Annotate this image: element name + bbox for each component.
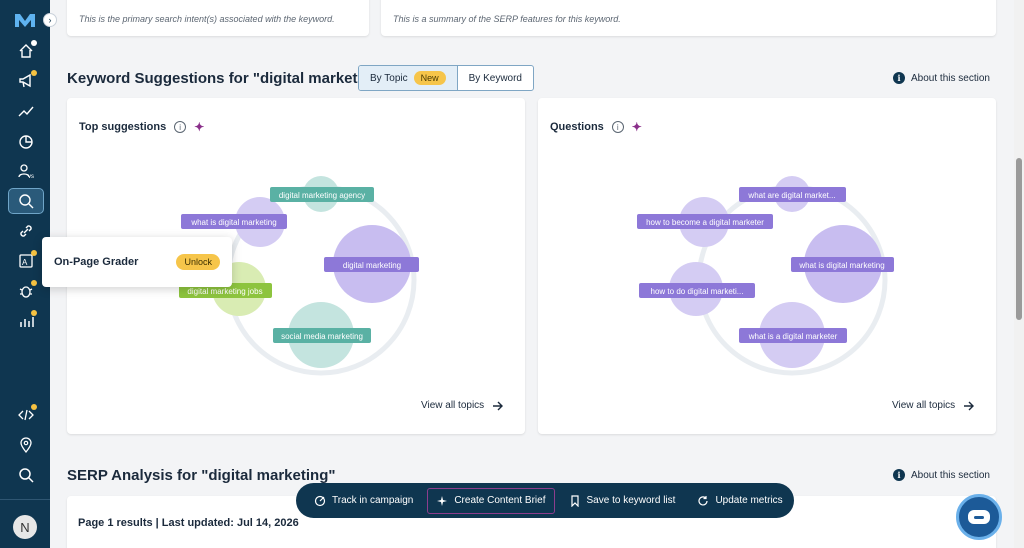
questions-card: Questions i ✦ what are digital market...… [538,98,996,434]
on-page-grader-flyout[interactable]: On-Page Grader Unlock [42,237,232,287]
track-in-campaign-button[interactable]: Track in campaign [306,488,421,514]
sidebar-item-rankings[interactable] [8,98,44,124]
by-topic-label: By Topic [370,72,408,84]
sidebar-item-search[interactable] [8,462,44,488]
sidebar-item-analytics[interactable] [8,128,44,154]
topic-label: digital marketing [343,261,401,270]
refresh-icon [698,495,709,505]
serp-features-note: This is a summary of the SERP features f… [393,14,621,24]
question-label: what is a digital marketer [748,332,838,341]
view-all-label: View all topics [421,400,485,411]
link-icon [20,225,32,237]
chat-icon [968,510,990,524]
tab-by-keyword[interactable]: By Keyword [458,66,533,90]
search-icon [19,468,34,483]
serp-results-status: Page 1 results | Last updated: Jul 14, 2… [78,517,299,529]
trend-icon [18,106,34,117]
sidebar-item-keyword-research[interactable] [8,188,44,214]
notification-dot [31,250,37,256]
info-icon: i [893,469,905,481]
notification-dot [31,40,37,46]
location-pin-icon [20,437,32,454]
about-serp-link[interactable]: i About this section [893,469,990,481]
sidebar-item-local[interactable] [8,432,44,458]
question-label: what are digital market... [747,191,835,200]
sidebar-divider [0,499,50,500]
sidebar-item-links[interactable] [8,218,44,244]
user-avatar[interactable]: N [13,515,37,539]
target-icon [314,495,326,506]
sidebar-item-on-page[interactable]: A [8,248,44,274]
serp-features-card: This is a summary of the SERP features f… [381,0,996,36]
svg-text:A: A [22,258,28,267]
question-label: how to do digital marketi... [651,287,744,296]
sidebar-item-api[interactable] [8,402,44,428]
view-all-label: View all topics [892,400,956,411]
user-vs-icon: vs [18,164,34,180]
unlock-badge[interactable]: Unlock [176,254,220,270]
question-bubble-graph: what are digital market... how to become… [637,176,894,376]
flyout-title: On-Page Grader [54,256,139,268]
by-keyword-label: By Keyword [468,72,522,84]
view-toggle: By Topic New By Keyword [358,65,534,91]
create-content-brief-button[interactable]: Create Content Brief [427,487,555,514]
pie-chart-icon [19,135,33,149]
notification-dot [31,70,37,76]
question-label: what is digital marketing [798,261,884,270]
sidebar-item-reports[interactable] [8,308,44,334]
sparkle-icon [437,495,448,506]
view-all-topics-link[interactable]: View all topics [421,400,504,411]
sidebar-item-site-crawl[interactable] [8,278,44,304]
topic-label: what is digital marketing [190,218,276,227]
about-label: About this section [911,469,990,481]
svg-text:vs: vs [28,174,34,180]
save-label: Save to keyword list [586,495,676,506]
search-intent-card: This is the primary search intent(s) ass… [67,0,369,36]
keyword-action-bar: Track in campaign Create Content Brief S… [296,483,794,518]
page-scrollbar[interactable] [1014,0,1024,548]
keyword-suggestions-title: Keyword Suggestions for "digital marketi… [67,70,388,87]
update-metrics-button[interactable]: Update metrics [689,488,790,514]
new-badge: New [413,71,446,85]
sidebar-item-home[interactable] [8,38,44,64]
topic-label: digital marketing agency [279,191,365,200]
collapse-sidebar-icon[interactable]: › [43,13,57,27]
scroll-thumb[interactable] [1016,158,1022,320]
notification-dot [31,404,37,410]
topic-label: digital marketing jobs [187,287,262,296]
moz-logo[interactable] [14,12,36,28]
view-all-questions-link[interactable]: View all topics [892,400,975,411]
keyword-search-icon [19,194,34,209]
about-suggestions-link[interactable]: i About this section [893,72,990,84]
notification-dot [31,280,37,286]
about-label: About this section [911,72,990,84]
arrow-right-icon [493,401,504,410]
track-label: Track in campaign [332,495,414,506]
sidebar-item-competitors[interactable]: vs [8,158,44,184]
topic-label: social media marketing [281,332,363,341]
brief-label: Create Content Brief [454,495,546,506]
info-icon: i [893,72,905,84]
arrow-right-icon [964,401,975,410]
bookmark-icon [570,494,579,507]
sidebar-item-campaigns[interactable] [8,68,44,94]
save-to-keyword-list-button[interactable]: Save to keyword list [561,488,684,514]
tab-by-topic[interactable]: By Topic New [359,66,458,90]
update-label: Update metrics [715,495,783,506]
chat-launcher-button[interactable] [956,494,1002,540]
notification-dot [31,310,37,316]
serp-analysis-title: SERP Analysis for "digital marketing" [67,467,336,484]
search-intent-note: This is the primary search intent(s) ass… [79,14,335,24]
question-label: how to become a digital marketer [646,218,764,227]
